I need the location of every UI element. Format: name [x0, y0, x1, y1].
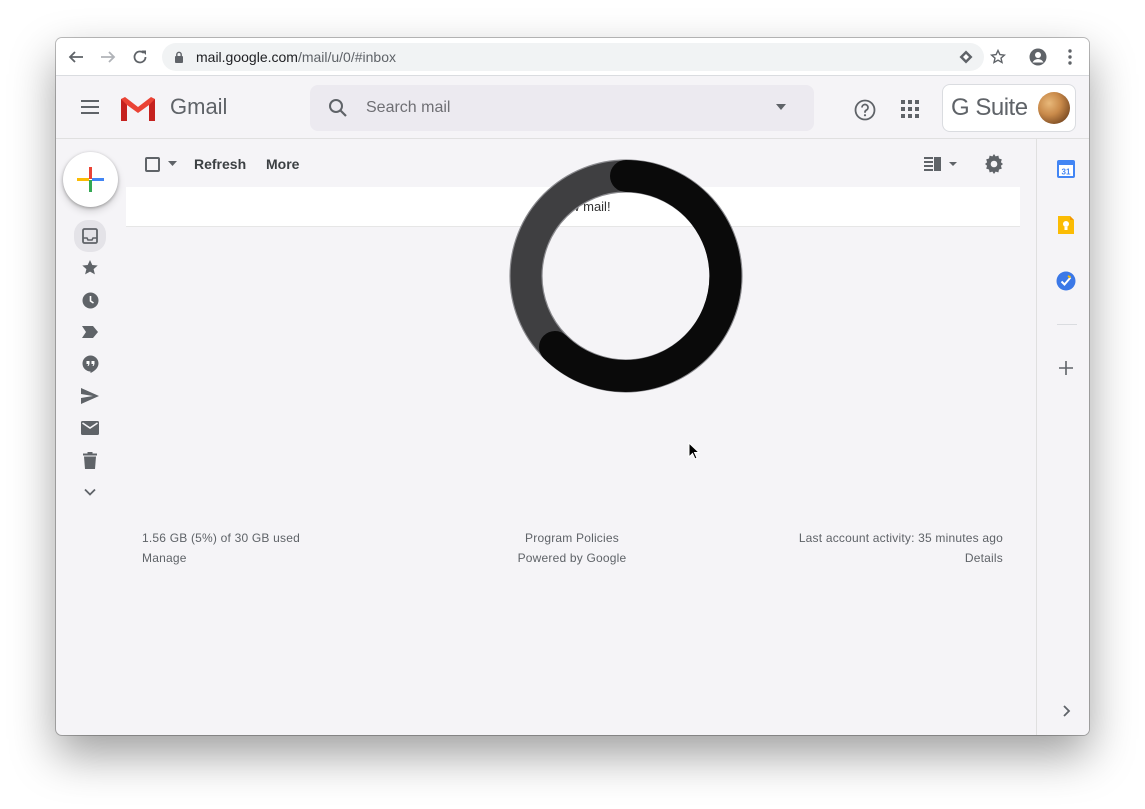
details-link[interactable]: Details [756, 548, 1003, 568]
rail-more[interactable] [74, 478, 106, 506]
compose-button[interactable] [63, 152, 118, 207]
split-pane-icon [924, 157, 957, 171]
rail-inbox[interactable] [74, 220, 106, 252]
reload-button[interactable] [130, 47, 150, 67]
expand-side-panel-button[interactable] [1056, 701, 1076, 721]
account-circle-icon [1029, 48, 1047, 66]
url-path: /mail/u/0/#inbox [297, 49, 396, 65]
chevron-right-icon [1063, 705, 1071, 717]
trash-icon [83, 451, 97, 469]
url-host: mail.google.com [196, 49, 298, 65]
lock-icon [175, 51, 183, 63]
plus-color-icon [77, 167, 104, 192]
plus-icon [1059, 361, 1073, 375]
rail-starred[interactable] [74, 254, 106, 282]
rail-all-mail[interactable] [74, 414, 106, 442]
search-input[interactable] [366, 96, 746, 120]
avatar[interactable] [1038, 92, 1070, 124]
send-icon [81, 388, 99, 404]
help-icon[interactable] [854, 99, 876, 121]
clock-icon [82, 292, 98, 308]
star-outline-icon [990, 49, 1006, 64]
select-all-checkbox[interactable] [145, 157, 160, 172]
address-bar[interactable]: mail.google.com/mail/u/0/#inbox [162, 43, 984, 71]
gmail-wordmark[interactable]: Gmail [170, 94, 227, 120]
program-policies-link[interactable]: Program Policies [476, 528, 668, 548]
loading-spinner [509, 159, 743, 393]
storage-usage-text: 1.56 GB (5%) of 30 GB used [142, 531, 300, 545]
reload-icon [133, 50, 147, 64]
last-activity-text: Last account activity: 35 minutes ago [798, 531, 1003, 545]
main-menu-icon[interactable] [78, 97, 102, 117]
get-addons-button[interactable] [1056, 358, 1076, 378]
calendar-icon: 31 [1057, 160, 1075, 178]
gsuite-label: G Suite [951, 94, 1028, 121]
settings-button[interactable] [984, 154, 1004, 179]
profile-button[interactable] [1028, 47, 1048, 67]
inbox-icon [82, 228, 98, 244]
label-icon [82, 326, 98, 338]
bookmark-button[interactable] [988, 47, 1008, 67]
tasks-icon [1056, 271, 1076, 291]
hangouts-icon [82, 355, 98, 373]
keep-button[interactable] [1056, 215, 1076, 235]
rail-trash[interactable] [74, 446, 106, 474]
gsuite-account-button[interactable]: G Suite [942, 84, 1076, 132]
more-vert-icon [1068, 49, 1072, 65]
refresh-button[interactable]: Refresh [194, 156, 246, 172]
browser-toolbar: mail.google.com/mail/u/0/#inbox [56, 38, 1089, 76]
gear-icon [985, 154, 1003, 174]
side-panel: 31 [1036, 139, 1089, 735]
gmail-header: Gmail G Suite [56, 76, 1089, 139]
search-bar[interactable] [310, 85, 814, 131]
browser-menu-button[interactable] [1060, 47, 1080, 67]
select-dropdown-icon[interactable] [168, 161, 177, 166]
star-icon [82, 260, 98, 275]
keep-icon [1058, 216, 1074, 234]
extension-diamond-icon [959, 50, 973, 64]
chevron-down-icon [84, 488, 96, 496]
more-button[interactable]: More [266, 156, 299, 172]
footer-storage: 1.56 GB (5%) of 30 GB used Manage [142, 528, 300, 568]
mail-icon [81, 421, 99, 435]
rail-sent[interactable] [74, 382, 106, 410]
apps-grid-icon[interactable] [901, 100, 919, 118]
browser-window: mail.google.com/mail/u/0/#inbox Gmail Se… [56, 38, 1089, 735]
calendar-day: 31 [1062, 168, 1071, 177]
rail-chats[interactable] [74, 350, 106, 378]
arrow-left-icon [68, 51, 83, 63]
tasks-button[interactable] [1056, 271, 1076, 291]
calendar-button[interactable]: 31 [1056, 159, 1076, 179]
search-options-icon[interactable] [776, 104, 786, 110]
arrow-right-icon [101, 51, 116, 63]
manage-storage-link[interactable]: Manage [142, 548, 300, 568]
powered-by-text: Powered by Google [517, 551, 627, 565]
rail-snoozed[interactable] [74, 286, 106, 314]
footer-policies: Program Policies Powered by Google [476, 528, 668, 568]
search-icon[interactable] [328, 98, 348, 118]
back-button[interactable] [66, 47, 86, 67]
gmail-logo-icon[interactable] [119, 95, 157, 123]
split-pane-button[interactable] [924, 156, 958, 177]
url-text: mail.google.com/mail/u/0/#inbox [196, 49, 396, 65]
rail-important[interactable] [74, 318, 106, 346]
mouse-pointer-icon [688, 442, 700, 460]
footer-activity: Last account activity: 35 minutes ago De… [756, 528, 1003, 568]
extension-button[interactable] [956, 47, 976, 67]
side-panel-divider [1057, 324, 1077, 325]
forward-button[interactable] [98, 47, 118, 67]
